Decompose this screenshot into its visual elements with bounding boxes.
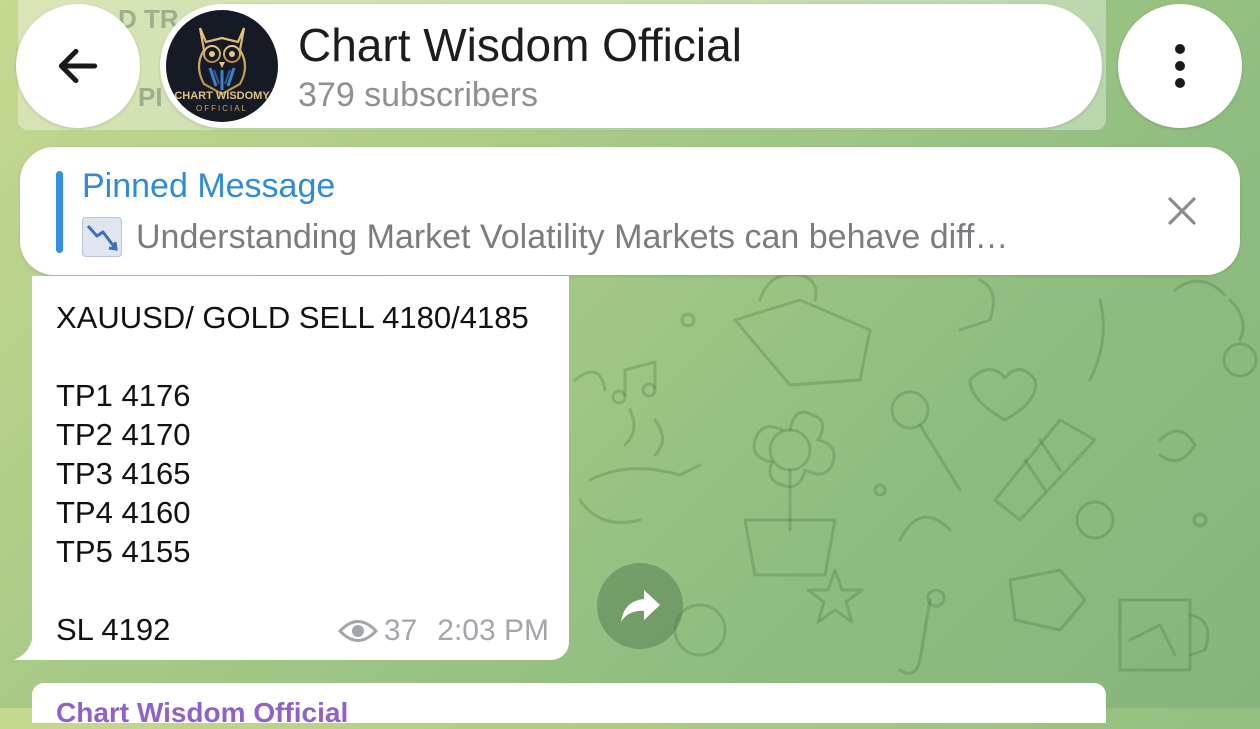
more-menu-button[interactable] — [1118, 4, 1242, 128]
arrow-left-icon — [58, 48, 98, 84]
tp5-line: TP5 4155 — [56, 534, 191, 569]
close-pinned-button[interactable] — [1160, 189, 1204, 233]
pinned-title: Pinned Message — [82, 167, 336, 205]
tp3-line: TP3 4165 — [56, 456, 191, 491]
message-time: 2:03 PM — [437, 614, 549, 647]
tp1-line: TP1 4176 — [56, 378, 191, 413]
eye-icon — [337, 620, 378, 642]
next-sender-name: Chart Wisdom Official — [56, 697, 349, 728]
message-bubble[interactable]: XAUUSD/ GOLD SELL 4180/4185 TP1 4176 TP2… — [32, 276, 569, 660]
avatar-text-2: OFFICIAL — [195, 104, 248, 113]
pinned-message-bar[interactable]: Pinned Message Understanding Market Vola… — [20, 147, 1240, 275]
more-vertical-icon — [1175, 44, 1185, 88]
pinned-preview-text: Understanding Market Volatility Markets … — [136, 217, 1009, 256]
share-arrow-icon — [621, 590, 660, 622]
sl-line: SL 4192 — [56, 612, 171, 647]
pinned-accent-bar — [56, 171, 63, 253]
ghost-text-2: PI — [138, 82, 163, 112]
tp2-line: TP2 4170 — [56, 417, 191, 452]
share-button[interactable] — [597, 563, 683, 649]
subscriber-count: 379 subscribers — [298, 76, 539, 114]
message-meta: 37 2:03 PM — [337, 614, 549, 648]
next-message-bubble[interactable]: Chart Wisdom Official — [32, 683, 1106, 728]
avatar-text-1: CHART WISDOMY — [174, 90, 270, 102]
channel-name: Chart Wisdom Official — [298, 19, 742, 71]
channel-avatar[interactable]: CHART WISDOMY OFFICIAL — [166, 10, 278, 122]
signal-line: XAUUSD/ GOLD SELL 4180/4185 — [56, 300, 529, 335]
chart-decreasing-emoji-icon — [82, 217, 122, 257]
view-count: 37 — [383, 614, 418, 647]
tp4-line: TP4 4160 — [56, 495, 191, 530]
back-button[interactable] — [16, 4, 140, 128]
close-icon — [1168, 197, 1196, 225]
pinned-preview: Understanding Market Volatility Markets … — [82, 217, 1112, 257]
channel-header[interactable]: CHART WISDOMY OFFICIAL Chart Wisdom Offi… — [160, 4, 1102, 128]
